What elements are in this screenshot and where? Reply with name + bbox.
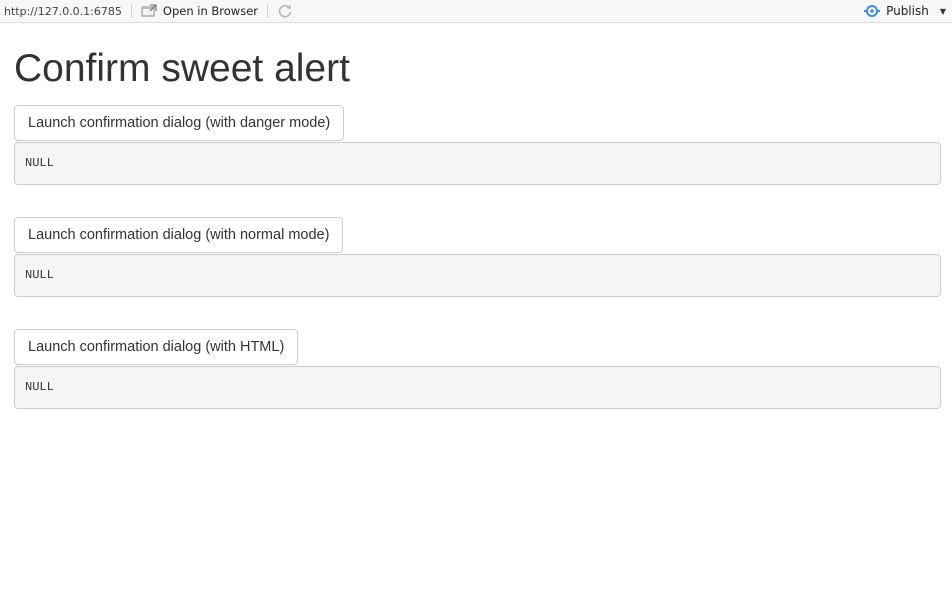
launch-html-button[interactable]: Launch confirmation dialog (with HTML) (14, 329, 299, 365)
chevron-down-icon[interactable]: ▼ (940, 7, 946, 16)
launch-danger-button[interactable]: Launch confirmation dialog (with danger … (14, 105, 345, 141)
output-danger: NULL (14, 142, 941, 185)
url-text: http://127.0.0.1:6785 (4, 4, 122, 18)
refresh-icon (278, 4, 292, 18)
launch-normal-button[interactable]: Launch confirmation dialog (with normal … (14, 217, 344, 253)
publish-label: Publish (886, 4, 929, 18)
open-in-browser-button[interactable]: Open in Browser (141, 4, 258, 18)
publish-icon (864, 5, 881, 17)
block-normal: Launch confirmation dialog (with normal … (14, 217, 941, 297)
toolbar-divider (267, 4, 269, 18)
output-normal: NULL (14, 254, 941, 297)
page-title: Confirm sweet alert (14, 47, 350, 90)
open-in-browser-icon (141, 4, 157, 17)
main-content: Confirm sweet alert Launch confirmation … (14, 23, 941, 409)
publish-button[interactable]: Publish ▼ (863, 4, 946, 18)
block-html: Launch confirmation dialog (with HTML) N… (14, 329, 941, 409)
open-in-browser-label: Open in Browser (162, 4, 259, 18)
toolbar-divider (130, 4, 132, 18)
block-danger: Launch confirmation dialog (with danger … (14, 105, 941, 185)
refresh-button[interactable] (277, 3, 293, 19)
viewer-toolbar: http://127.0.0.1:6785 Open in Browser Pu… (0, 0, 952, 23)
output-html: NULL (14, 366, 941, 409)
